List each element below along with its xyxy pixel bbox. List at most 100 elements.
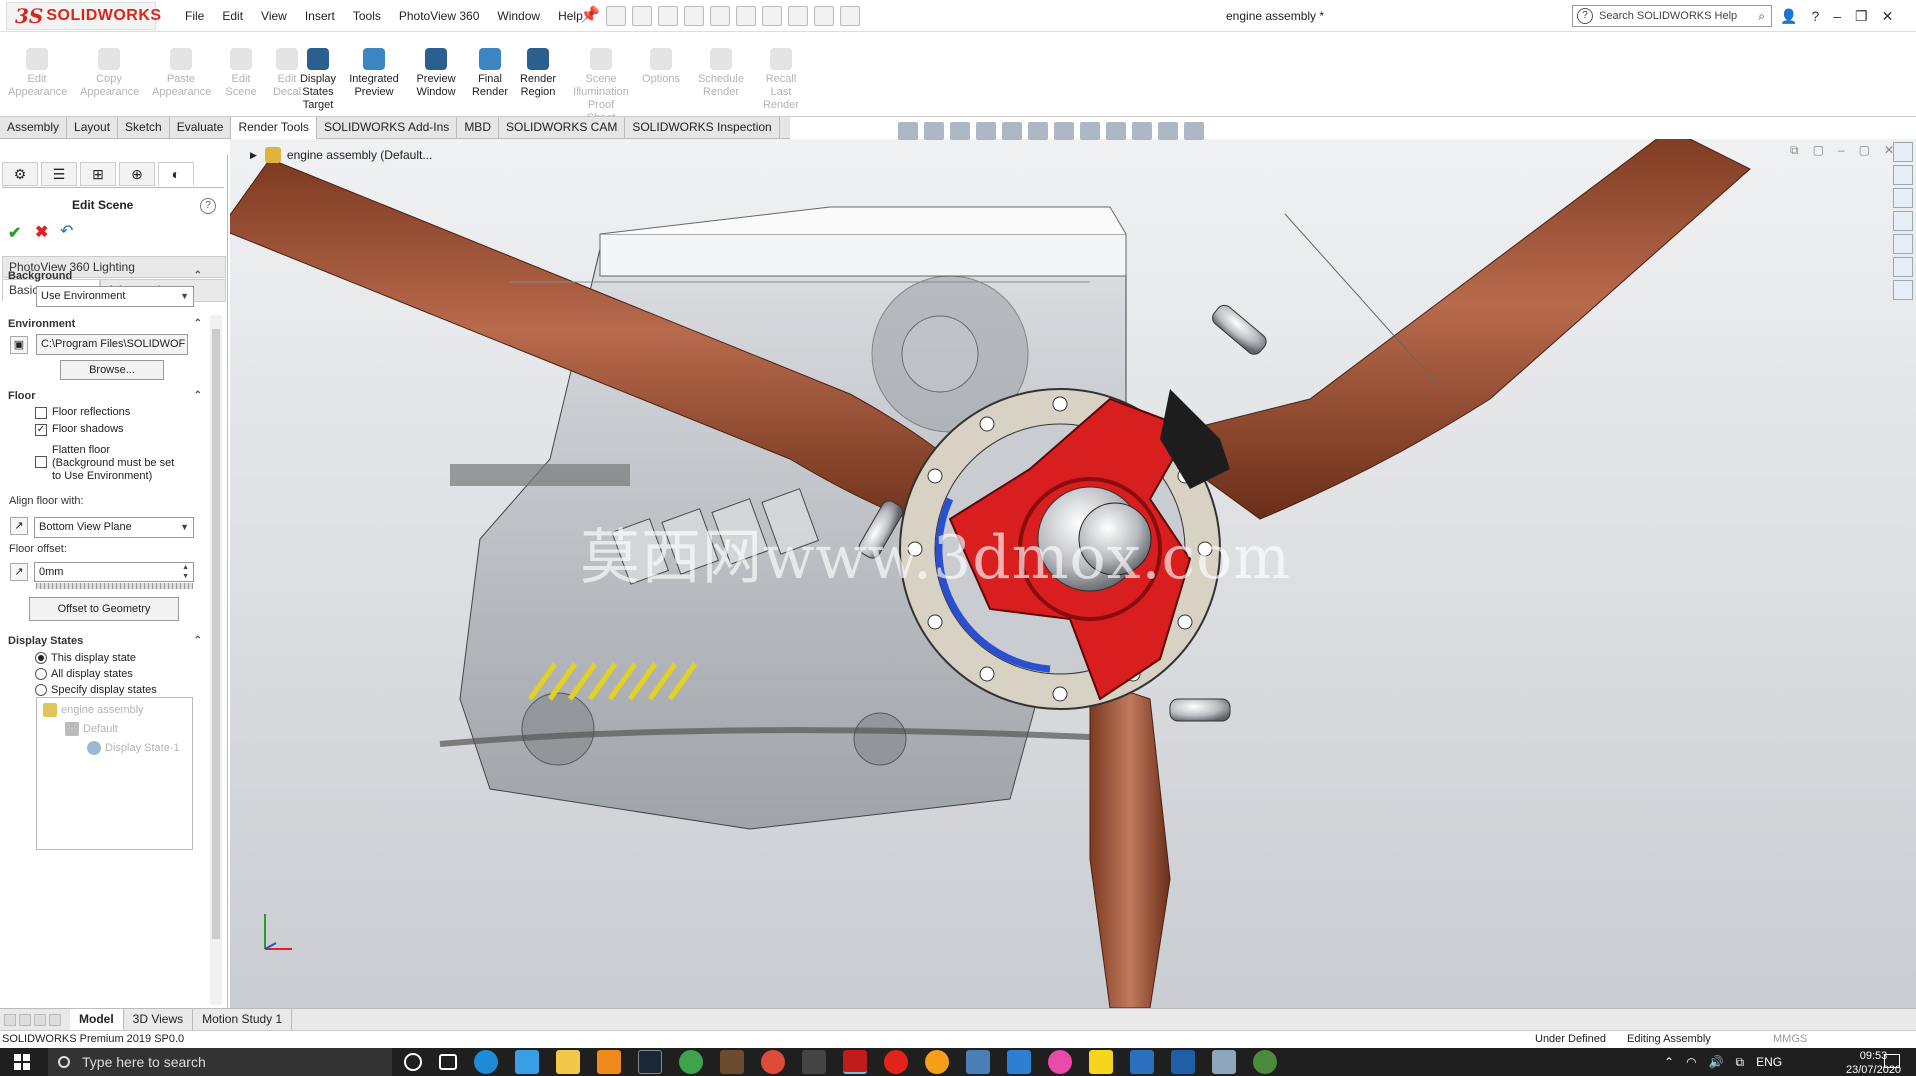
python-icon[interactable] <box>966 1050 990 1074</box>
tab-solidworks-add-ins[interactable]: SOLIDWORKS Add-Ins <box>317 117 458 139</box>
first-tab-icon[interactable] <box>4 1013 16 1026</box>
user-icon[interactable]: 👤 <box>1780 8 1797 25</box>
tool-integrated-preview[interactable]: Integrated Preview <box>348 48 400 99</box>
radio-dot[interactable] <box>35 668 47 680</box>
file-explorer-icon[interactable] <box>556 1050 580 1074</box>
zoom-to-area-icon[interactable] <box>924 122 944 140</box>
open-folder-icon[interactable] <box>658 6 678 26</box>
configuration-manager-tab-icon[interactable]: ⊞ <box>80 162 116 186</box>
vlc-icon[interactable] <box>597 1050 621 1074</box>
view-settings-icon[interactable] <box>1158 122 1178 140</box>
close-button[interactable]: ✕ <box>1882 8 1894 25</box>
restore-button[interactable]: ❐ <box>1855 8 1868 25</box>
last-tab-icon[interactable] <box>49 1013 61 1026</box>
calculator-icon[interactable] <box>1130 1050 1154 1074</box>
paint-app-icon[interactable] <box>1007 1050 1031 1074</box>
flatten-floor-checkbox[interactable]: Flatten floor (Background must be set to… <box>35 444 175 483</box>
align-floor-select[interactable]: Bottom View Plane ▼ <box>34 517 194 538</box>
forum-icon[interactable] <box>1893 280 1913 300</box>
tool-display-states-target[interactable]: Display States Target <box>292 48 344 112</box>
tab-motion-study-1[interactable]: Motion Study 1 <box>193 1009 293 1030</box>
windows-start-icon[interactable] <box>14 1054 30 1070</box>
rebuild-icon[interactable] <box>788 6 808 26</box>
restore-view-icon[interactable]: ⧉ <box>1790 143 1799 158</box>
section-view-icon[interactable] <box>976 122 996 140</box>
app-icon[interactable] <box>1253 1050 1277 1074</box>
help-menu-icon[interactable]: ? <box>1811 8 1819 24</box>
tool-preview-window[interactable]: Preview Window <box>410 48 462 99</box>
menu-file[interactable]: File <box>176 9 213 23</box>
property-manager-tab-icon[interactable]: ☰ <box>41 162 77 186</box>
solidworks-taskbar-icon[interactable] <box>843 1050 867 1074</box>
radio-dot[interactable] <box>35 684 47 696</box>
help-search-input[interactable]: ? Search SOLIDWORKS Help ⌕ <box>1572 5 1772 27</box>
feature-tree-breadcrumb[interactable]: ▶ engine assembly (Default... <box>250 147 432 163</box>
status-units[interactable]: MMGS <box>1773 1031 1807 1048</box>
zoom-to-fit-icon[interactable] <box>898 122 918 140</box>
chevron-up-icon[interactable]: ⌃ <box>194 635 202 646</box>
language-indicator[interactable]: ENG <box>1756 1055 1782 1069</box>
file-properties-icon[interactable] <box>814 6 834 26</box>
maximize-view-icon[interactable]: ▢ <box>1859 143 1870 158</box>
expand-arrow-icon[interactable]: ▶ <box>250 150 257 161</box>
tab-layout[interactable]: Layout <box>67 117 119 139</box>
feature-manager-tab-icon[interactable]: ⚙ <box>2 162 38 186</box>
view-orientation-icon[interactable] <box>1028 122 1048 140</box>
game-app-icon[interactable] <box>720 1050 744 1074</box>
scrollbar-thumb[interactable] <box>212 329 220 939</box>
floor-offset-stepper[interactable]: 0mm ▲ ▼ <box>34 562 194 582</box>
tool-paste-appearance[interactable]: Paste Appearance <box>152 48 211 99</box>
floor-reflections-checkbox[interactable]: Floor reflections <box>35 406 130 419</box>
save-icon[interactable] <box>684 6 704 26</box>
tool-copy-appearance[interactable]: Copy Appearance <box>80 48 139 99</box>
custom-properties-icon[interactable] <box>1893 257 1913 277</box>
notification-center-icon[interactable] <box>1884 1054 1900 1068</box>
apply-scene-icon[interactable] <box>1132 122 1152 140</box>
tab-solidworks-cam[interactable]: SOLIDWORKS CAM <box>499 117 626 139</box>
tree-item-display-state[interactable]: Display State-1 <box>87 741 180 755</box>
pin-icon[interactable]: 📌 <box>580 6 600 26</box>
tree-item-config[interactable]: Default <box>65 722 118 736</box>
tab-render-tools[interactable]: Render Tools <box>231 117 317 139</box>
ok-check-icon[interactable]: ✔ <box>8 223 21 243</box>
offset-thumbwheel[interactable] <box>36 583 193 589</box>
previous-view-icon[interactable] <box>950 122 970 140</box>
display-style-icon[interactable] <box>1054 122 1074 140</box>
checkbox-box[interactable] <box>35 456 47 468</box>
offset-direction-icon[interactable]: ↗ <box>10 563 28 581</box>
radio-specify-display-states[interactable]: Specify display states <box>35 684 157 696</box>
calendar-app-icon[interactable] <box>515 1050 539 1074</box>
menu-tools[interactable]: Tools <box>344 9 390 23</box>
cortana-icon[interactable] <box>404 1053 422 1071</box>
home-icon[interactable] <box>1893 142 1913 162</box>
next-tab-icon[interactable] <box>34 1013 46 1026</box>
options-gear-icon[interactable] <box>840 6 860 26</box>
hide-show-items-icon[interactable] <box>1080 122 1100 140</box>
remote-desktop-icon[interactable] <box>1212 1050 1236 1074</box>
tree-item-assembly[interactable]: engine assembly <box>43 703 144 717</box>
floor-section-header[interactable]: Floor ⌃ <box>8 390 202 402</box>
xbox-icon[interactable] <box>679 1050 703 1074</box>
task-view-icon[interactable] <box>439 1054 457 1070</box>
cancel-x-icon[interactable]: ✖ <box>35 222 48 242</box>
tab-model[interactable]: Model <box>70 1009 124 1030</box>
tab-assembly[interactable]: Assembly <box>0 117 68 139</box>
tool-edit-appearance[interactable]: Edit Appearance <box>8 48 67 99</box>
graphics-viewport[interactable]: ▶ engine assembly (Default... 莫西网www.3dm… <box>230 139 1916 1008</box>
background-section-header[interactable]: Background ⌃ <box>8 270 202 282</box>
checkbox-box[interactable] <box>35 407 47 419</box>
sticky-notes-icon[interactable] <box>1089 1050 1113 1074</box>
tile-view-icon[interactable]: ▢ <box>1813 143 1824 158</box>
menu-edit[interactable]: Edit <box>213 9 252 23</box>
new-document-icon[interactable] <box>632 6 652 26</box>
appearances-icon[interactable] <box>1893 234 1913 254</box>
spin-arrows-icon[interactable]: ▲ ▼ <box>182 563 189 581</box>
tool-final-render[interactable]: Final Render <box>464 48 516 99</box>
display-states-section-header[interactable]: Display States ⌃ <box>8 635 202 647</box>
file-explorer-icon[interactable] <box>1893 188 1913 208</box>
print-icon[interactable] <box>710 6 730 26</box>
tab-solidworks-inspection[interactable]: SOLIDWORKS Inspection <box>625 117 780 139</box>
menu-photoview-360[interactable]: PhotoView 360 <box>390 9 489 23</box>
opera-icon[interactable] <box>884 1050 908 1074</box>
chrome-icon[interactable] <box>761 1050 785 1074</box>
